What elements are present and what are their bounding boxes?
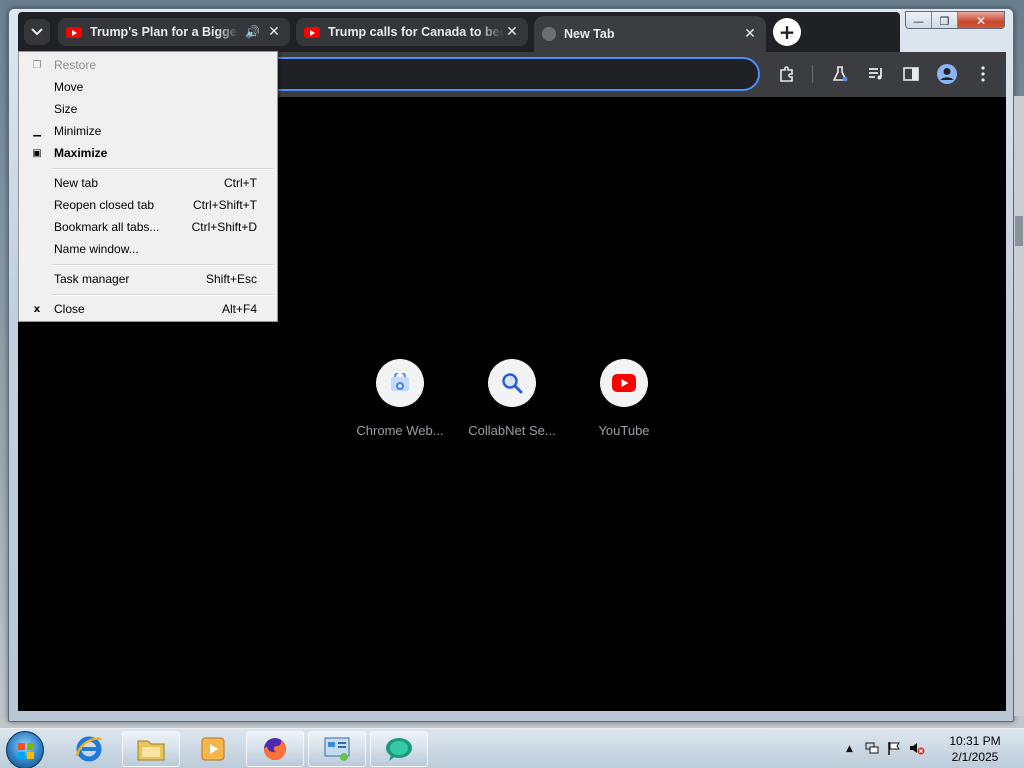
tab-trump-canada[interactable]: Trump calls for Canada to become ✕ xyxy=(296,18,528,46)
maximize-icon: ▣ xyxy=(32,147,42,159)
action-center-flag-icon[interactable] xyxy=(887,740,901,759)
menu-item-label: Bookmark all tabs... xyxy=(54,220,160,234)
menu-item-shortcut: Ctrl+Shift+T xyxy=(192,198,257,212)
tab-new-tab[interactable]: New Tab ✕ xyxy=(534,16,766,52)
new-tab-button[interactable]: + xyxy=(773,18,801,46)
tab-strip: Trump's Plan for a Bigger America 🔊 ✕ Tr… xyxy=(18,12,900,52)
taskbar-firefox[interactable] xyxy=(246,731,304,767)
close-window-button[interactable]: ✕ xyxy=(958,12,1004,28)
menu-item-reopen-closed-tab[interactable]: Reopen closed tab Ctrl+Shift+T xyxy=(21,194,275,216)
file-explorer-icon xyxy=(137,740,165,761)
shortcut-label: CollabNet Se... xyxy=(468,423,556,438)
menu-item-label: Restore xyxy=(54,58,97,72)
close-tab-icon[interactable]: ✕ xyxy=(504,24,520,40)
tab-search-button[interactable] xyxy=(24,19,50,45)
volume-muted-icon[interactable] xyxy=(909,740,925,759)
labs-icon[interactable] xyxy=(829,63,851,85)
profile-icon[interactable] xyxy=(936,63,958,85)
internet-explorer-icon xyxy=(75,736,103,762)
network-icon[interactable] xyxy=(865,740,879,759)
menu-item-label: Minimize xyxy=(54,124,102,138)
shortcut-youtube[interactable]: YouTube xyxy=(576,359,672,438)
chevron-down-icon xyxy=(31,23,43,41)
globe-icon xyxy=(542,27,556,41)
windows-logo-icon xyxy=(18,743,34,759)
menu-item-bookmark-all-tabs[interactable]: Bookmark all tabs... Ctrl+Shift+D xyxy=(21,216,275,238)
youtube-icon xyxy=(600,359,648,407)
close-icon: x xyxy=(33,303,41,315)
menu-separator xyxy=(52,264,274,266)
chrome-web-store-icon xyxy=(376,359,424,407)
menu-item-label: Task manager xyxy=(54,272,130,286)
youtube-icon xyxy=(66,26,82,38)
more-menu-icon[interactable] xyxy=(972,63,994,85)
menu-item-name-window[interactable]: Name window... xyxy=(21,238,275,260)
tab-trumps-plan[interactable]: Trump's Plan for a Bigger America 🔊 ✕ xyxy=(58,18,290,46)
start-button[interactable] xyxy=(6,731,44,768)
tab-title: New Tab xyxy=(564,27,615,41)
background-window-scrollbar xyxy=(1014,96,1024,716)
scrollbar-thumb[interactable] xyxy=(1015,216,1023,246)
menu-item-minimize[interactable]: ▁ Minimize xyxy=(21,120,275,142)
menu-item-size[interactable]: Size xyxy=(21,98,275,120)
menu-separator xyxy=(52,294,274,296)
menu-item-label: Name window... xyxy=(54,242,139,256)
toolbar-separator xyxy=(812,65,813,83)
minimize-icon: ▁ xyxy=(33,125,41,137)
menu-item-shortcut: Ctrl+T xyxy=(224,176,257,190)
magnifier-icon xyxy=(488,359,536,407)
taskbar-control-panel[interactable] xyxy=(308,731,366,767)
extensions-icon[interactable] xyxy=(776,63,798,85)
taskbar-chat-app[interactable] xyxy=(370,731,428,767)
close-tab-icon[interactable]: ✕ xyxy=(742,26,758,42)
menu-item-maximize[interactable]: ▣ Maximize xyxy=(21,142,275,164)
menu-item-task-manager[interactable]: Task manager Shift+Esc xyxy=(21,268,275,290)
side-panel-icon[interactable] xyxy=(900,63,922,85)
youtube-icon xyxy=(304,26,320,38)
menu-item-label: New tab xyxy=(54,176,99,190)
firefox-icon xyxy=(264,738,286,760)
menu-item-new-tab[interactable]: New tab Ctrl+T xyxy=(21,172,275,194)
menu-item-label: Close xyxy=(54,302,85,316)
taskbar-media-player[interactable] xyxy=(184,731,242,767)
menu-item-shortcut: Shift+Esc xyxy=(205,272,257,286)
menu-item-close[interactable]: x Close Alt+F4 xyxy=(21,298,275,320)
audio-playing-icon[interactable]: 🔊 xyxy=(245,25,260,39)
tab-title: Trump calls for Canada to become xyxy=(328,25,504,39)
restore-window-button[interactable]: ❐ xyxy=(932,12,958,28)
clock-date: 2/1/2025 xyxy=(951,750,999,764)
restore-icon: ❐ xyxy=(32,59,42,71)
taskbar-file-explorer[interactable] xyxy=(122,731,180,767)
clock-time: 10:31 PM xyxy=(949,734,1001,748)
menu-item-label: Maximize xyxy=(54,146,108,160)
menu-item-label: Size xyxy=(54,102,78,116)
menu-separator xyxy=(52,168,274,170)
menu-item-shortcut: Ctrl+Shift+D xyxy=(191,220,257,234)
shortcut-collabnet[interactable]: CollabNet Se... xyxy=(464,359,560,438)
window-caption-buttons: — ❐ ✕ xyxy=(905,11,1005,29)
minimize-window-button[interactable]: — xyxy=(906,12,932,28)
control-panel-icon xyxy=(324,737,350,761)
shortcut-chrome-web-store[interactable]: Chrome Web... xyxy=(352,359,448,438)
system-tray: ▲ xyxy=(846,729,925,768)
window-system-menu: ❐ Restore Move Size ▁ Minimize ▣ Maximiz… xyxy=(18,51,278,322)
show-hidden-icons-arrow[interactable]: ▲ xyxy=(846,744,853,754)
menu-item-label: Reopen closed tab xyxy=(54,198,155,212)
media-player-icon xyxy=(201,737,225,761)
menu-item-restore[interactable]: ❐ Restore xyxy=(21,54,275,76)
taskbar-internet-explorer[interactable] xyxy=(60,731,118,767)
taskbar: ▲ 10:31 PM 2/1/2025 xyxy=(0,728,1024,768)
menu-item-move[interactable]: Move xyxy=(21,76,275,98)
shortcut-label: Chrome Web... xyxy=(356,423,444,438)
taskbar-clock[interactable]: 10:31 PM 2/1/2025 xyxy=(940,733,1010,765)
tab-title: Trump's Plan for a Bigger America xyxy=(90,25,240,39)
menu-item-label: Move xyxy=(54,80,84,94)
menu-item-shortcut: Alt+F4 xyxy=(221,302,257,316)
shortcut-label: YouTube xyxy=(598,423,650,438)
media-controls-icon[interactable] xyxy=(865,63,887,85)
close-tab-icon[interactable]: ✕ xyxy=(266,24,282,40)
chat-app-icon xyxy=(386,738,412,761)
